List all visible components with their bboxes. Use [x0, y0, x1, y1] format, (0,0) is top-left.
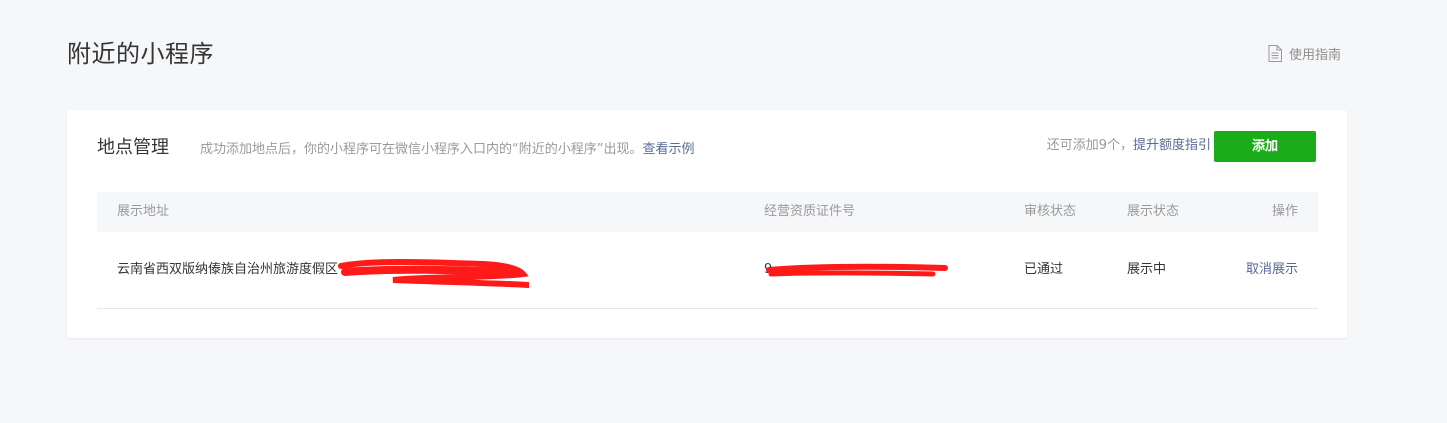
quota-info: 还可添加9个，提升额度指引 [1047, 137, 1211, 155]
add-button[interactable]: 添加 [1214, 131, 1316, 162]
address-redaction-mark [338, 259, 529, 288]
document-icon [1268, 45, 1282, 62]
section-title: 地点管理 [97, 137, 169, 158]
usage-guide-link[interactable]: 使用指南 [1268, 44, 1341, 63]
quota-upgrade-link[interactable]: 提升额度指引 [1133, 138, 1211, 153]
column-header-audit-status: 审核状态 [1024, 204, 1077, 219]
section-description: 成功添加地点后，你的小程序可在微信小程序入口内的“附近的小程序”出现。查看示例 [200, 141, 695, 159]
row-address: 云南省西双版纳傣族自治州旅游度假区 [117, 262, 339, 277]
column-header-license: 经营资质证件号 [764, 204, 856, 219]
row-audit-status: 已通过 [1024, 262, 1064, 277]
locations-table: 展示地址 经营资质证件号 审核状态 展示状态 操作 云南省西双版纳傣族自治州旅游… [97, 192, 1318, 309]
view-example-link[interactable]: 查看示例 [642, 142, 694, 157]
page-title: 附近的小程序 [67, 40, 214, 68]
usage-guide-label: 使用指南 [1289, 48, 1342, 63]
column-header-display-status: 展示状态 [1127, 204, 1180, 219]
row-display-status: 展示中 [1127, 262, 1167, 277]
cancel-display-link[interactable]: 取消展示 [1246, 232, 1298, 308]
table-header: 展示地址 经营资质证件号 审核状态 展示状态 操作 [97, 192, 1318, 232]
column-header-action: 操作 [1271, 204, 1298, 219]
column-header-address: 展示地址 [117, 204, 170, 219]
location-management-card: 地点管理 成功添加地点后，你的小程序可在微信小程序入口内的“附近的小程序”出现。… [67, 110, 1347, 338]
license-redaction-mark [766, 263, 948, 277]
row-license-number: 9 [764, 262, 773, 277]
quota-text: 还可添加9个， [1046, 138, 1133, 153]
table-row: 云南省西双版纳傣族自治州旅游度假区 9 已通过 展示中 取消展示 [97, 232, 1318, 309]
section-description-text: 成功添加地点后，你的小程序可在微信小程序入口内的“附近的小程序”出现。 [200, 142, 643, 157]
